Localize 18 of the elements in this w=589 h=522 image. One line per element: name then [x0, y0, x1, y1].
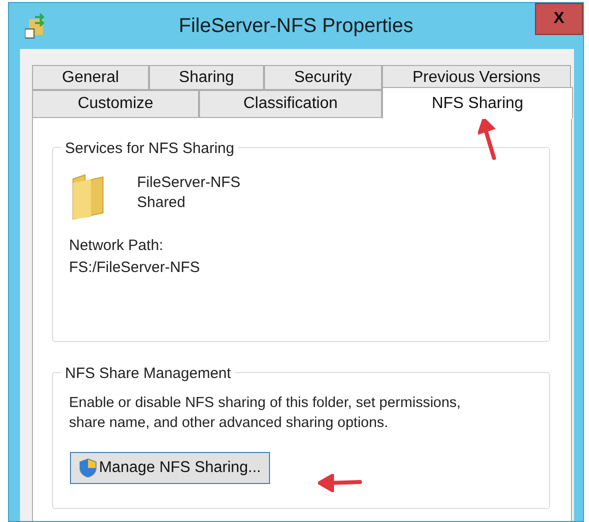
folder-icon: [71, 173, 105, 221]
folder-status: Shared: [137, 193, 186, 213]
folder-share-icon: [25, 13, 47, 39]
tab[interactable]: NFS Sharing: [382, 87, 573, 119]
tab[interactable]: General: [32, 65, 149, 90]
close-button[interactable]: X: [535, 3, 583, 35]
folder-name: FileServer-NFS: [137, 173, 240, 193]
network-path: FS:/FileServer-NFS: [69, 258, 201, 278]
manage-nfs-sharing-button[interactable]: Manage NFS Sharing...: [70, 452, 270, 484]
tab[interactable]: Classification: [199, 90, 382, 118]
tab[interactable]: Security: [264, 65, 382, 90]
description-text: Enable or disable NFS sharing of this folder, set permissions, share name, and other advanced sharing options.: [69, 394, 462, 433]
shield-icon: [79, 458, 97, 478]
window-title: FileServer-NFS Properties: [178, 14, 414, 39]
network-path-label: Network Path:: [69, 236, 164, 256]
arrow-annotation: [318, 474, 362, 492]
tab[interactable]: Customize: [32, 90, 199, 118]
tab[interactable]: Sharing: [149, 65, 264, 90]
